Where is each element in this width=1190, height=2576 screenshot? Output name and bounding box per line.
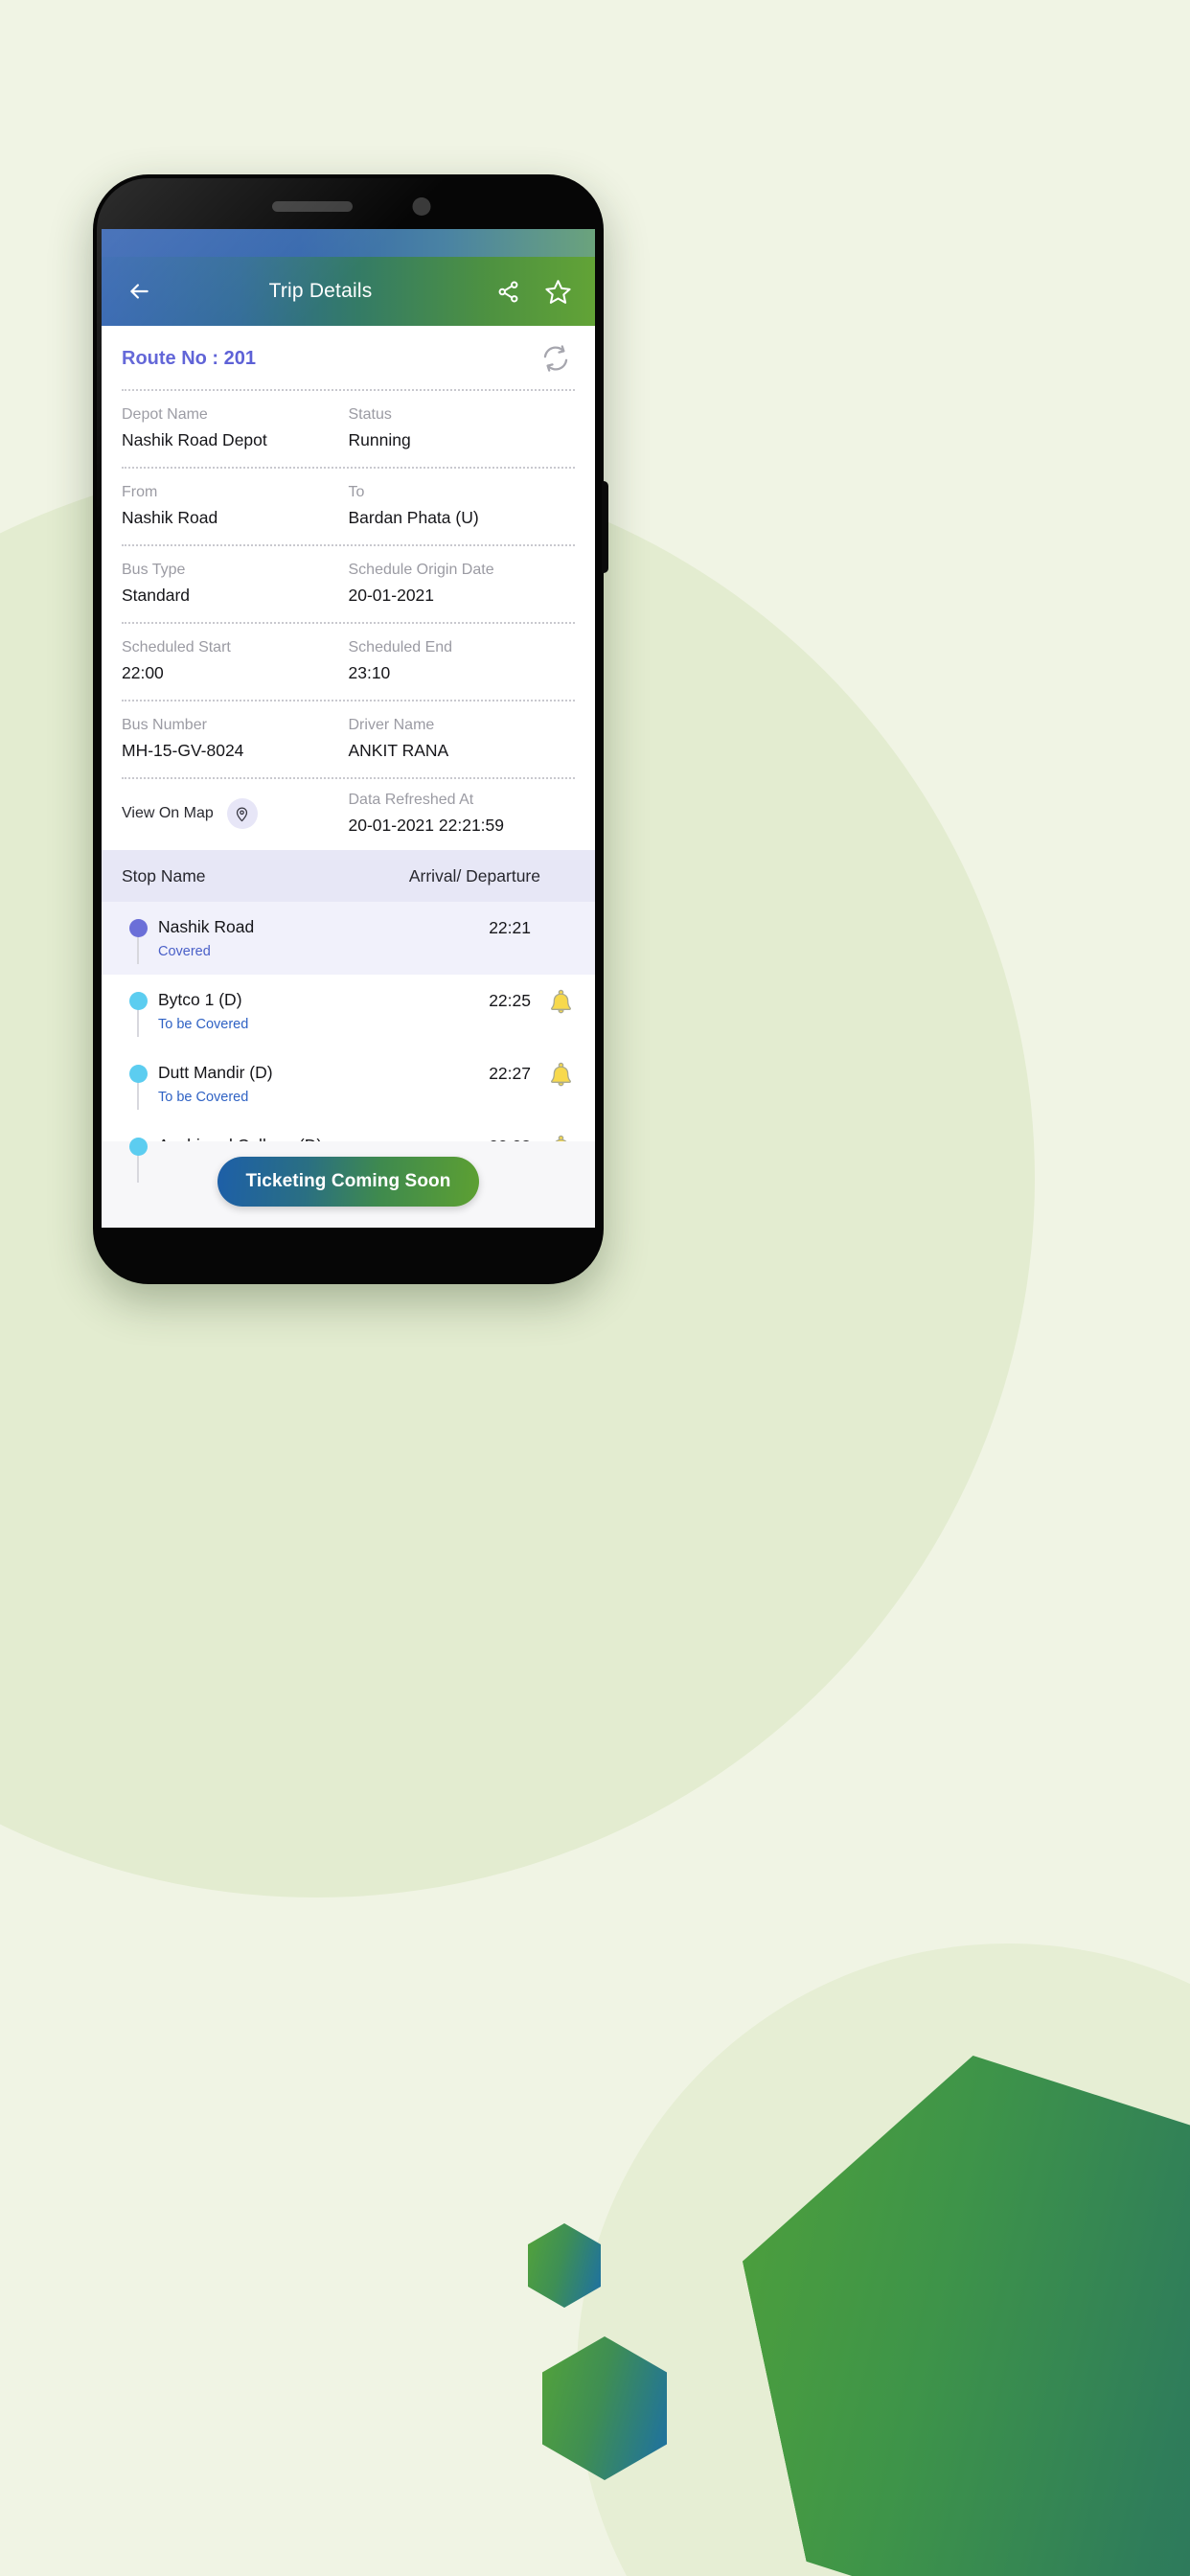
field-label: Scheduled Start bbox=[122, 639, 231, 656]
field-value: MH-15-GV-8024 bbox=[122, 741, 244, 760]
field-label: Scheduled End bbox=[348, 639, 453, 656]
page-title: Trip Details bbox=[268, 280, 373, 302]
stop-name: Dutt Mandir (D) bbox=[158, 1063, 273, 1082]
star-icon[interactable] bbox=[541, 275, 574, 308]
field-value: Nashik Road bbox=[122, 508, 218, 527]
data-refreshed-block: Data Refreshed At 20-01-2021 22:21:59 bbox=[349, 789, 576, 839]
stop-time: 22:25 bbox=[489, 991, 531, 1010]
field-value: 23:10 bbox=[348, 663, 391, 682]
field-label: Schedule Origin Date bbox=[348, 562, 494, 578]
field-to: To Bardan Phata (U) bbox=[349, 481, 576, 531]
app-bar: Trip Details bbox=[102, 257, 595, 326]
phone-front-camera bbox=[412, 197, 430, 216]
data-refreshed-value: 20-01-2021 22:21:59 bbox=[348, 816, 505, 835]
stop-marker bbox=[122, 988, 154, 1037]
stop-info: Nashik Road Covered bbox=[154, 915, 423, 963]
view-on-map-row: View On Map Data Refreshed At 20-01-2021… bbox=[122, 779, 575, 850]
data-refreshed-label: Data Refreshed At bbox=[348, 792, 474, 808]
phone-mockup: Trip Details Route No : 201 Depot Name N… bbox=[93, 174, 608, 1284]
location-pin-icon[interactable] bbox=[226, 798, 258, 829]
share-icon[interactable] bbox=[492, 275, 524, 308]
stop-status: To be Covered bbox=[158, 1090, 249, 1105]
stop-name: Bytco 1 (D) bbox=[158, 990, 242, 1009]
stop-dot-icon bbox=[128, 992, 148, 1010]
stop-info: Bytco 1 (D) To be Covered bbox=[154, 988, 423, 1036]
table-row[interactable]: Nashik Road Covered 22:21 bbox=[102, 902, 595, 975]
table-row[interactable]: Dutt Mandir (D) To be Covered 22:27 bbox=[102, 1047, 595, 1120]
view-on-map-label: View On Map bbox=[122, 805, 214, 821]
field-row-from-to: From Nashik Road To Bardan Phata (U) bbox=[122, 469, 575, 544]
field-value: Running bbox=[348, 430, 411, 449]
field-value: Bardan Phata (U) bbox=[348, 508, 479, 527]
field-value: 20-01-2021 bbox=[348, 586, 435, 605]
field-label: To bbox=[348, 484, 365, 500]
stop-time: 22:27 bbox=[489, 1064, 531, 1083]
field-driver-name: Driver Name ANKIT RANA bbox=[349, 714, 576, 764]
route-row: Route No : 201 bbox=[122, 326, 575, 389]
footer-bar: Ticketing Coming Soon bbox=[102, 1141, 595, 1228]
stop-name: Nashik Road bbox=[158, 917, 255, 936]
field-scheduled-end: Scheduled End 23:10 bbox=[349, 636, 576, 686]
phone-side-button[interactable] bbox=[602, 481, 608, 573]
stop-status: To be Covered bbox=[158, 1017, 249, 1032]
field-from: From Nashik Road bbox=[122, 481, 349, 531]
column-header-arrival-departure: Arrival/ Departure bbox=[408, 865, 540, 886]
bell-icon[interactable] bbox=[538, 988, 575, 1019]
stop-marker bbox=[122, 915, 154, 964]
field-value: Standard bbox=[122, 586, 191, 605]
field-label: Bus Number bbox=[122, 717, 207, 733]
bell-icon[interactable] bbox=[538, 1061, 575, 1092]
field-label: From bbox=[122, 484, 158, 500]
field-label: Status bbox=[348, 406, 392, 423]
stop-status: Covered bbox=[158, 944, 211, 959]
column-header-stop-name: Stop Name bbox=[122, 865, 206, 886]
stop-marker bbox=[122, 1061, 154, 1110]
phone-speaker-grille bbox=[271, 201, 353, 212]
field-value: ANKIT RANA bbox=[348, 741, 449, 760]
refresh-icon[interactable] bbox=[537, 339, 575, 378]
field-depot-name: Depot Name Nashik Road Depot bbox=[122, 403, 349, 453]
view-on-map-button[interactable]: View On Map bbox=[122, 798, 349, 829]
field-row-scheduled-times: Scheduled Start 22:00 Scheduled End 23:1… bbox=[122, 624, 575, 700]
trip-detail-card: Route No : 201 Depot Name Nashik Road De… bbox=[102, 326, 595, 850]
field-value: Nashik Road Depot bbox=[122, 430, 267, 449]
ticketing-coming-soon-button[interactable]: Ticketing Coming Soon bbox=[217, 1157, 480, 1207]
field-scheduled-start: Scheduled Start 22:00 bbox=[122, 636, 349, 686]
field-row-bustype-origindate: Bus Type Standard Schedule Origin Date 2… bbox=[122, 546, 575, 622]
field-row-depot-status: Depot Name Nashik Road Depot Status Runn… bbox=[122, 391, 575, 467]
table-row[interactable]: Bytco 1 (D) To be Covered 22:25 bbox=[102, 975, 595, 1047]
field-label: Bus Type bbox=[122, 562, 186, 578]
stop-time: 22:21 bbox=[489, 918, 531, 937]
field-row-bus-driver: Bus Number MH-15-GV-8024 Driver Name ANK… bbox=[122, 702, 575, 777]
field-value: 22:00 bbox=[122, 663, 164, 682]
field-schedule-origin-date: Schedule Origin Date 20-01-2021 bbox=[349, 559, 576, 609]
field-label: Depot Name bbox=[122, 406, 208, 423]
stop-dot-icon bbox=[128, 919, 148, 937]
status-bar bbox=[102, 229, 595, 257]
stops-table-header: Stop Name Arrival/ Departure bbox=[102, 850, 595, 902]
field-bus-type: Bus Type Standard bbox=[122, 559, 349, 609]
field-bus-number: Bus Number MH-15-GV-8024 bbox=[122, 714, 349, 764]
stop-info: Dutt Mandir (D) To be Covered bbox=[154, 1061, 423, 1109]
stop-dot-icon bbox=[128, 1065, 148, 1083]
route-number-label: Route No : 201 bbox=[122, 347, 257, 369]
stop-dot-icon bbox=[128, 1138, 148, 1156]
phone-screen: Trip Details Route No : 201 Depot Name N… bbox=[102, 229, 595, 1228]
field-status: Status Running bbox=[349, 403, 576, 453]
field-label: Driver Name bbox=[348, 717, 435, 733]
